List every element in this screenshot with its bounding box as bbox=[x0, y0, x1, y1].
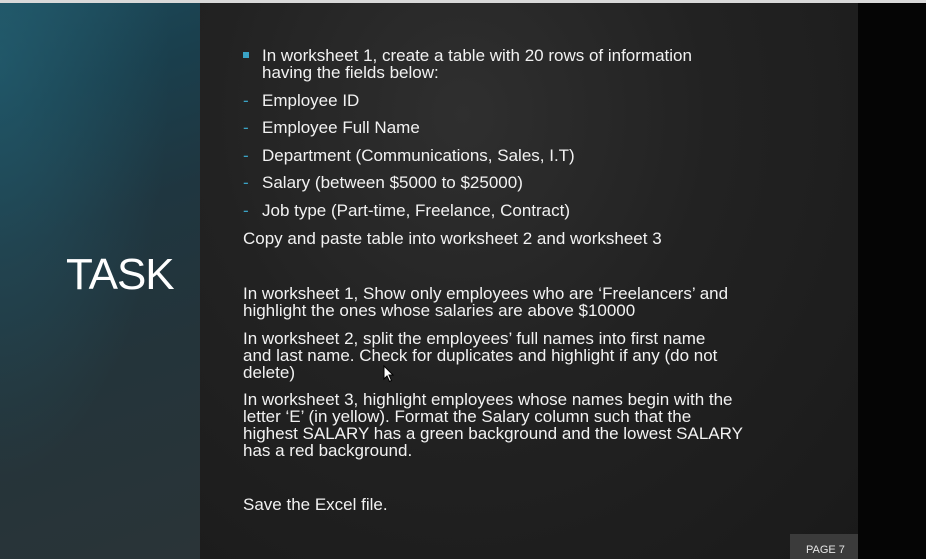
intro-line-2: having the fields below: bbox=[262, 63, 439, 82]
right-black-bar bbox=[858, 3, 926, 559]
ws2-line-1: In worksheet 2, split the employees’ ful… bbox=[243, 329, 706, 348]
ws3-line-3: highest SALARY has a green background an… bbox=[243, 424, 743, 443]
field-dash-2: - bbox=[243, 118, 249, 137]
slide-content-panel bbox=[200, 3, 858, 559]
mouse-pointer-icon bbox=[383, 365, 395, 383]
field-item-2: Employee Full Name bbox=[262, 118, 420, 137]
field-item-1: Employee ID bbox=[262, 91, 360, 110]
field-item-4: Salary (between $5000 to $25000) bbox=[262, 173, 523, 192]
ws3-line-2: letter ‘E’ (in yellow). Format the Salar… bbox=[243, 407, 692, 426]
field-dash-4: - bbox=[243, 173, 249, 192]
field-dash-3: - bbox=[243, 146, 249, 165]
ws1-line-2: highlight the ones whose salaries are ab… bbox=[243, 301, 636, 320]
slide-frame: TASK In worksheet 1, create a table with… bbox=[0, 0, 926, 559]
field-dash-1: - bbox=[243, 91, 249, 110]
ws3-line-4: has a red background. bbox=[243, 441, 413, 460]
ws3-line-1: In worksheet 3, highlight employees whos… bbox=[243, 390, 733, 409]
copy-instruction: Copy and paste table into worksheet 2 an… bbox=[243, 229, 662, 248]
page-number: PAGE 7 bbox=[806, 544, 845, 556]
field-dash-5: - bbox=[243, 201, 249, 220]
square-bullet-icon bbox=[243, 52, 249, 58]
save-instruction: Save the Excel file. bbox=[243, 495, 388, 514]
slide-title: TASK bbox=[66, 250, 175, 299]
ws2-line-3: delete) bbox=[243, 363, 295, 382]
field-item-5: Job type (Part-time, Freelance, Contract… bbox=[262, 201, 571, 220]
ws2-line-2: and last name. Check for duplicates and … bbox=[243, 346, 718, 365]
field-item-3: Department (Communications, Sales, I.T) bbox=[262, 146, 575, 165]
ws1-line-1: In worksheet 1, Show only employees who … bbox=[243, 284, 729, 303]
intro-line-1: In worksheet 1, create a table with 20 r… bbox=[262, 46, 692, 65]
